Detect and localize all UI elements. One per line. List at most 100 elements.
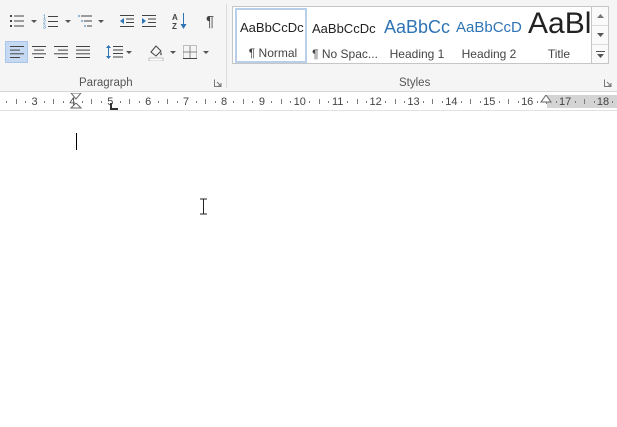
text-cursor bbox=[76, 133, 77, 150]
svg-text:Z: Z bbox=[172, 22, 177, 30]
ruler-tick bbox=[479, 101, 481, 103]
ruler-tick bbox=[347, 101, 349, 103]
ruler-tick bbox=[612, 101, 614, 103]
paragraph-dialog-launcher-icon[interactable] bbox=[214, 79, 222, 87]
styles-group-label: Styles bbox=[399, 77, 431, 89]
show-hide-marks-button[interactable]: ¶ bbox=[200, 10, 220, 32]
style-name: ¶ Normal bbox=[248, 46, 298, 60]
ruler-tick bbox=[356, 99, 358, 104]
style-title[interactable]: AaBl Title bbox=[524, 8, 592, 63]
ruler-tick bbox=[138, 101, 140, 103]
ruler-number: 18 bbox=[596, 96, 610, 108]
hanging-indent-marker-icon[interactable] bbox=[70, 103, 82, 111]
chevron-up-icon bbox=[596, 14, 604, 18]
ruler-tick bbox=[498, 101, 500, 103]
left-tab-stop-icon[interactable] bbox=[110, 103, 118, 110]
ruler-tick bbox=[176, 101, 178, 103]
ruler-tick bbox=[252, 101, 254, 103]
shading-dropdown[interactable] bbox=[168, 41, 177, 63]
ribbon: 1 2 3 A Z ¶ Paragraph AaBbCcDc ¶ Normal … bbox=[0, 0, 617, 92]
gallery-scroll-down-button[interactable] bbox=[592, 26, 608, 45]
style-sample: AaBbCc bbox=[384, 17, 451, 37]
ruler-number: 16 bbox=[521, 96, 534, 108]
ruler-tick bbox=[91, 99, 93, 104]
style-heading-1[interactable]: AaBbCc Heading 1 bbox=[380, 8, 452, 63]
style-heading-2[interactable]: AaBbCcD Heading 2 bbox=[452, 8, 524, 63]
decrease-indent-button[interactable] bbox=[116, 10, 138, 32]
ruler-tick bbox=[385, 101, 387, 103]
line-spacing-button[interactable] bbox=[104, 41, 124, 63]
gallery-scroll-up-button[interactable] bbox=[592, 7, 608, 26]
ruler-number: 8 bbox=[220, 96, 228, 108]
borders-button[interactable] bbox=[180, 41, 200, 63]
ruler-number: 9 bbox=[258, 96, 265, 108]
numbering-button[interactable]: 1 2 3 bbox=[40, 10, 62, 32]
line-spacing-icon bbox=[106, 45, 123, 59]
ruler-tick bbox=[394, 99, 396, 104]
align-right-button[interactable] bbox=[50, 41, 72, 63]
ruler-number: 12 bbox=[369, 96, 382, 108]
multilevel-list-dropdown[interactable] bbox=[96, 10, 105, 32]
ruler-tick bbox=[517, 101, 519, 103]
bullets-button[interactable] bbox=[6, 10, 28, 32]
align-center-icon bbox=[32, 46, 46, 58]
ruler-tick bbox=[119, 101, 121, 103]
styles-dialog-launcher-icon[interactable] bbox=[604, 79, 612, 87]
first-line-indent-marker-icon[interactable] bbox=[70, 93, 82, 102]
ruler-tick bbox=[366, 101, 368, 103]
ruler-tick bbox=[195, 101, 197, 103]
shading-icon bbox=[148, 45, 164, 61]
line-spacing-dropdown[interactable] bbox=[124, 41, 133, 63]
ruler-tick bbox=[536, 101, 538, 103]
ruler-tick bbox=[318, 99, 320, 104]
document-page[interactable] bbox=[0, 112, 617, 427]
ruler-tick bbox=[25, 101, 27, 103]
style-sample: AaBbCcDc bbox=[240, 20, 304, 35]
gallery-more-button[interactable] bbox=[592, 45, 608, 64]
bullets-icon bbox=[10, 15, 24, 27]
i-beam-cursor-icon bbox=[200, 198, 207, 215]
borders-icon bbox=[183, 45, 197, 59]
ruler-tick bbox=[404, 101, 406, 103]
ruler-tick bbox=[584, 99, 586, 104]
increase-indent-icon bbox=[142, 15, 156, 27]
ruler-number: 7 bbox=[183, 96, 190, 108]
ruler-tick bbox=[280, 99, 282, 104]
ruler-tick bbox=[309, 101, 311, 103]
align-center-button[interactable] bbox=[28, 41, 50, 63]
style-name: ¶ No Spac... bbox=[312, 47, 378, 61]
ruler-tick bbox=[214, 101, 216, 103]
ruler-tick bbox=[555, 101, 557, 103]
numbering-dropdown[interactable] bbox=[63, 10, 72, 32]
sort-button[interactable]: A Z bbox=[169, 10, 191, 32]
style-normal[interactable]: AaBbCcDc ¶ Normal bbox=[235, 8, 307, 63]
horizontal-ruler[interactable]: 3 4 5 6 7 8 9 10 11 12 13 14 15 16 17 18 bbox=[0, 93, 617, 111]
ruler-tick bbox=[470, 99, 472, 104]
style-name: Heading 2 bbox=[461, 47, 517, 61]
ruler-tick bbox=[6, 101, 8, 103]
bullets-dropdown[interactable] bbox=[29, 10, 38, 32]
multilevel-list-icon bbox=[78, 15, 92, 27]
svg-text:A: A bbox=[172, 13, 178, 22]
ruler-tick bbox=[62, 101, 64, 103]
multilevel-list-button[interactable] bbox=[74, 10, 96, 32]
more-icon bbox=[595, 50, 605, 58]
style-no-spacing[interactable]: AaBbCcDc ¶ No Spac... bbox=[308, 8, 380, 63]
ruler-tick bbox=[242, 99, 244, 104]
ruler-tick bbox=[593, 101, 595, 103]
ruler-tick bbox=[129, 99, 131, 104]
shading-button[interactable] bbox=[145, 41, 167, 63]
ruler-tick bbox=[422, 101, 424, 103]
align-left-button[interactable] bbox=[5, 41, 28, 63]
right-indent-marker-icon[interactable] bbox=[540, 95, 552, 104]
ruler-tick bbox=[460, 101, 462, 103]
ruler-number: 14 bbox=[445, 96, 458, 108]
ruler-number: 6 bbox=[145, 96, 152, 108]
style-sample: AaBl bbox=[528, 8, 592, 40]
justify-button[interactable] bbox=[72, 41, 94, 63]
increase-indent-button[interactable] bbox=[138, 10, 160, 32]
ruler-tick bbox=[328, 101, 330, 103]
styles-gallery: AaBbCcDc ¶ Normal AaBbCcDc ¶ No Spac... … bbox=[232, 6, 592, 64]
ruler-tick bbox=[441, 101, 443, 103]
borders-dropdown[interactable] bbox=[201, 41, 210, 63]
